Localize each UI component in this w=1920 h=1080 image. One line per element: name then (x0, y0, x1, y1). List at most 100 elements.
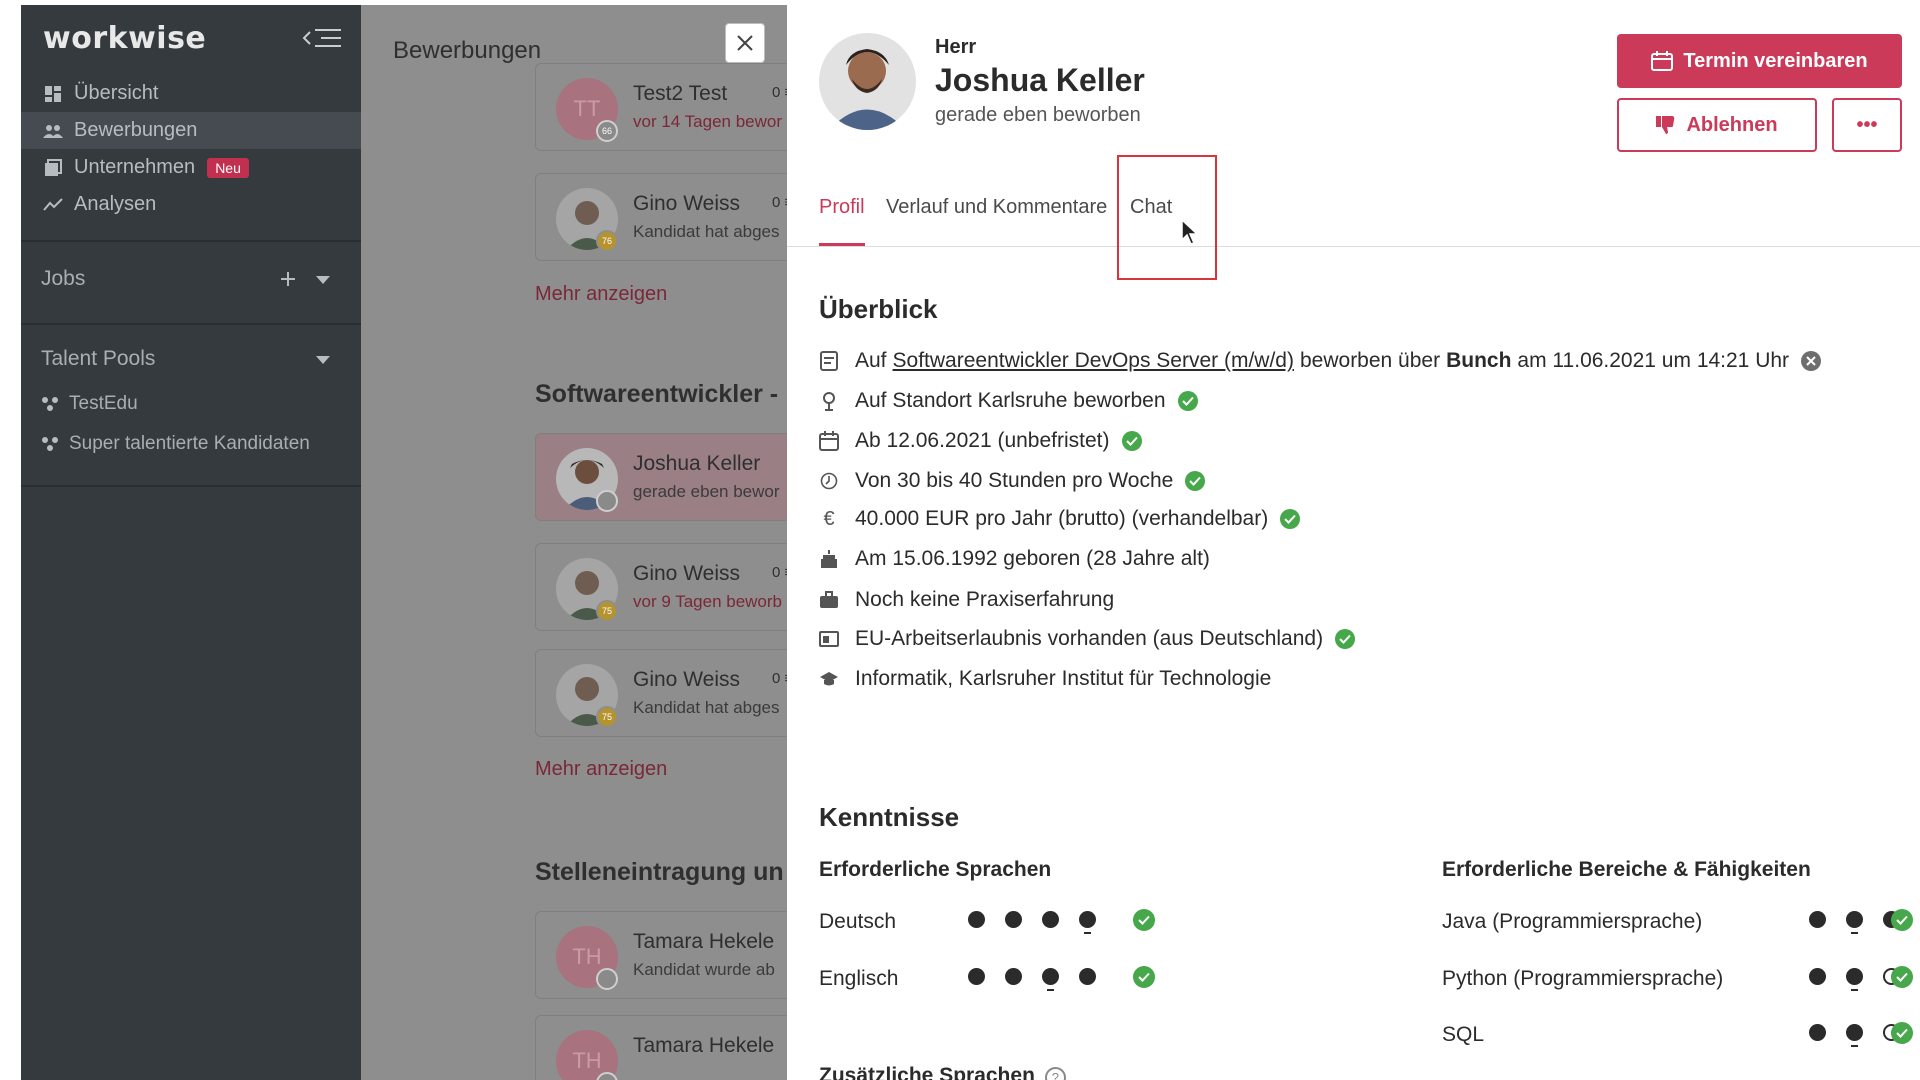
application-card[interactable]: TH Tamara Hekele (535, 1015, 787, 1080)
calendar-icon (1651, 51, 1674, 71)
level-dot (1809, 1024, 1826, 1041)
check-icon (1121, 431, 1142, 451)
reject-button[interactable]: Ablehnen (1617, 98, 1817, 152)
divider (21, 240, 361, 242)
pool-item-testedu[interactable]: TestEdu (41, 393, 138, 415)
schedule-appointment-button[interactable]: Termin vereinbaren (1617, 34, 1902, 88)
nav-label: Analysen (74, 193, 157, 215)
application-card[interactable]: TH Tamara Hekele Kandidat wurde ab (535, 911, 787, 999)
id-card-icon (819, 629, 839, 649)
application-card[interactable]: TT 66 Test2 Test 0 ≡ vor 14 Tagen bewor (535, 63, 787, 151)
candidate-name: Joshua Keller (935, 62, 1145, 98)
application-card[interactable]: 75 Gino Weiss 0 ≡ Kandidat hat abges (535, 649, 787, 737)
additional-languages-title: Zusätzliche Sprachen? (819, 1064, 1066, 1080)
check-icon (1891, 909, 1913, 931)
candidate-name: Joshua Keller (633, 452, 761, 475)
application-card-selected[interactable]: Joshua Keller 0 gerade eben bewor (535, 433, 787, 521)
check-icon (1177, 391, 1198, 411)
application-card[interactable]: 76 Gino Weiss 0 ≡ Kandidat hat abges (535, 173, 787, 261)
tabs-divider (787, 246, 1920, 247)
comment-count: 0 ≡ (772, 670, 787, 687)
sidebar: workwise Übersicht Bewerbungen Unternehm… (21, 5, 361, 1080)
check-icon (1335, 629, 1356, 649)
clock-icon (819, 471, 839, 491)
logo[interactable]: workwise (43, 21, 206, 56)
show-more-link[interactable]: Mehr anzeigen (535, 283, 667, 306)
tab-verlauf[interactable]: Verlauf und Kommentare (886, 196, 1107, 246)
tab-profil[interactable]: Profil (819, 196, 865, 246)
close-circle-icon[interactable] (1801, 351, 1822, 371)
show-more-link[interactable]: Mehr anzeigen (535, 758, 667, 781)
applied-prefix: Auf (855, 349, 887, 372)
application-card[interactable]: 75 Gino Weiss 0 ≡ vor 9 Tagen beworb (535, 543, 787, 631)
chevron-down-icon[interactable] (315, 275, 331, 285)
status-badge (596, 968, 618, 990)
candidate-salutation: Herr (935, 36, 977, 58)
overview-row-birthday: Am 15.06.1992 geboren (28 Jahre alt) (819, 544, 1210, 574)
close-button[interactable] (725, 23, 765, 63)
nav-item-analysen[interactable]: Analysen (21, 186, 361, 223)
card-status: vor 14 Tagen bewor (633, 112, 783, 131)
overview-text: Am 15.06.1992 geboren (28 Jahre alt) (855, 547, 1210, 570)
more-actions-button[interactable]: ••• (1832, 98, 1902, 152)
overview-row-work-permit: EU-Arbeitserlaubnis vorhanden (aus Deuts… (819, 624, 1356, 654)
application-status: gerade eben beworben (935, 104, 1141, 126)
skill-level (1809, 1024, 1900, 1047)
jobs-section-title[interactable]: Jobs (41, 267, 85, 291)
applied-date: am 11.06.2021 um 14:21 Uhr (1517, 349, 1790, 372)
check-icon (1133, 966, 1155, 988)
check-icon (1891, 1022, 1913, 1044)
graduation-icon (819, 669, 839, 689)
add-job-icon[interactable] (279, 270, 297, 288)
language-name: Deutsch (819, 910, 897, 933)
nav-label: Unternehmen (74, 156, 196, 178)
overview-row-education: Informatik, Karlsruher Institut für Tech… (819, 664, 1271, 694)
button-label: Termin vereinbaren (1683, 49, 1868, 72)
help-icon[interactable]: ? (1044, 1067, 1066, 1080)
candidate-name: Test2 Test (633, 82, 728, 105)
score-badge: 66 (596, 120, 618, 142)
pool-icon (42, 397, 58, 411)
more-icon: ••• (1856, 113, 1878, 136)
calendar-icon (819, 431, 839, 451)
overview-text: 40.000 EUR pro Jahr (brutto) (verhandelb… (855, 507, 1269, 530)
overview-text: Von 30 bis 40 Stunden pro Woche (855, 469, 1174, 492)
collapse-sidebar-icon[interactable] (301, 23, 343, 53)
check-icon (1185, 471, 1206, 491)
company-icon (43, 158, 63, 178)
level-dot (1079, 968, 1096, 985)
level-dot (1042, 968, 1059, 991)
candidate-name: Tamara Hekele (633, 1034, 775, 1057)
overview-text: Noch keine Praxiserfahrung (855, 588, 1115, 611)
euro-icon: € (823, 507, 835, 530)
required-languages-title: Erforderliche Sprachen (819, 858, 1052, 881)
check-icon (1133, 909, 1155, 931)
candidate-name: Gino Weiss (633, 192, 740, 215)
button-label: Ablehnen (1686, 113, 1778, 136)
score-badge: 76 (596, 230, 618, 252)
level-dot (1846, 1024, 1863, 1047)
application-icon (819, 351, 839, 371)
nav-item-bewerbungen[interactable]: Bewerbungen (21, 112, 361, 149)
new-badge: Neu (207, 157, 249, 178)
job-link[interactable]: Softwareentwickler DevOps Server (m/w/d) (893, 349, 1294, 373)
overview-text: Informatik, Karlsruher Institut für Tech… (855, 667, 1272, 690)
nav-item-unternehmen[interactable]: Unternehmen Neu (21, 149, 361, 186)
talent-pools-title[interactable]: Talent Pools (41, 347, 155, 371)
card-status: vor 9 Tagen beworb (633, 592, 783, 611)
overview-row-hours: Von 30 bis 40 Stunden pro Woche (819, 466, 1206, 496)
source-name: Bunch (1446, 349, 1512, 372)
chevron-down-icon[interactable] (315, 355, 331, 365)
level-dot (968, 968, 985, 985)
overview-text: Ab 12.06.2021 (unbefristet) (855, 429, 1110, 452)
pool-item-super-talentierte[interactable]: Super talentierte Kandidaten (41, 433, 310, 455)
candidate-name: Gino Weiss (633, 562, 740, 585)
app-window: workwise Übersicht Bewerbungen Unternehm… (0, 0, 1920, 1080)
score-badge: 75 (596, 706, 618, 728)
people-icon (43, 121, 63, 141)
applications-list: Bewerbungen TT 66 Test2 Test 0 ≡ vor 14 … (361, 5, 787, 1080)
level-dot (1005, 911, 1022, 928)
nav-item-uebersicht[interactable]: Übersicht (21, 75, 361, 112)
level-dot (1846, 968, 1863, 991)
overview-row-experience: Noch keine Praxiserfahrung (819, 585, 1114, 615)
